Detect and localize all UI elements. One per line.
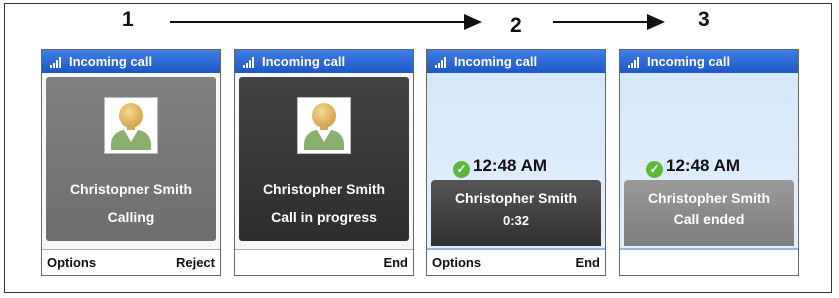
- phone-screen-calling: Incoming call Christopner Smith Calling …: [41, 49, 221, 276]
- phone-screen-timer: Incoming call ✓ 12:48 AM Christopher Smit…: [426, 49, 606, 276]
- options-softkey[interactable]: Options: [432, 255, 481, 270]
- call-status: Call in progress: [271, 209, 377, 225]
- arrow-right-icon: [553, 14, 665, 30]
- contact-avatar-icon: [297, 97, 351, 154]
- call-time: ✓ 12:48 AM: [646, 156, 740, 178]
- phone-screen-in-progress: Incoming call Christopher Smith Call in …: [234, 49, 414, 276]
- softkey-bar: End: [235, 249, 413, 275]
- step-label-1: 1: [122, 8, 134, 31]
- call-time: ✓ 12:48 AM: [453, 156, 547, 178]
- end-softkey[interactable]: End: [383, 255, 408, 270]
- reject-softkey[interactable]: Reject: [176, 255, 215, 270]
- step-label-3: 3: [698, 8, 710, 31]
- caller-info-box: Christopher Smith 0:32: [431, 180, 601, 246]
- check-circle-icon: ✓: [453, 161, 470, 178]
- title-bar: Incoming call: [427, 50, 605, 73]
- step-label-2: 2: [510, 14, 522, 37]
- time-text: 12:48 AM: [473, 156, 548, 175]
- call-status: Call ended: [673, 211, 745, 227]
- call-status: Calling: [107, 209, 155, 225]
- caller-name: Christopher Smith: [647, 190, 771, 206]
- phone-screen-ended: Incoming call ✓ 12:48 AM Christopher Smit…: [619, 49, 799, 276]
- screen-title: Incoming call: [647, 54, 731, 69]
- caller-name: Christopner Smith: [69, 181, 193, 197]
- contact-avatar-icon: [104, 97, 158, 154]
- screen-title: Incoming call: [454, 54, 538, 69]
- end-softkey[interactable]: End: [575, 255, 600, 270]
- title-bar: Incoming call: [620, 50, 798, 73]
- softkey-bar: Options Reject: [42, 249, 220, 275]
- call-duration: 0:32: [502, 213, 530, 228]
- softkey-bar: Options End: [427, 248, 605, 275]
- caller-name: Christopher Smith: [262, 181, 386, 197]
- softkey-bar: [620, 248, 798, 275]
- time-text: 12:48 AM: [666, 156, 741, 175]
- caller-info-box: Christopher Smith Call ended: [624, 180, 794, 246]
- title-bar: Incoming call: [235, 50, 413, 73]
- options-softkey[interactable]: Options: [47, 255, 96, 270]
- check-circle-icon: ✓: [646, 161, 663, 178]
- screen-title: Incoming call: [262, 54, 346, 69]
- screen-title: Incoming call: [69, 54, 153, 69]
- arrow-right-icon: [170, 14, 482, 30]
- caller-panel: Christopher Smith Call in progress: [239, 77, 409, 241]
- caller-name: Christopher Smith: [454, 190, 578, 206]
- caller-panel: Christopner Smith Calling: [46, 77, 216, 241]
- title-bar: Incoming call: [42, 50, 220, 73]
- diagram-frame: 1 2 3 Incoming call Christopner Smith Ca…: [4, 3, 832, 293]
